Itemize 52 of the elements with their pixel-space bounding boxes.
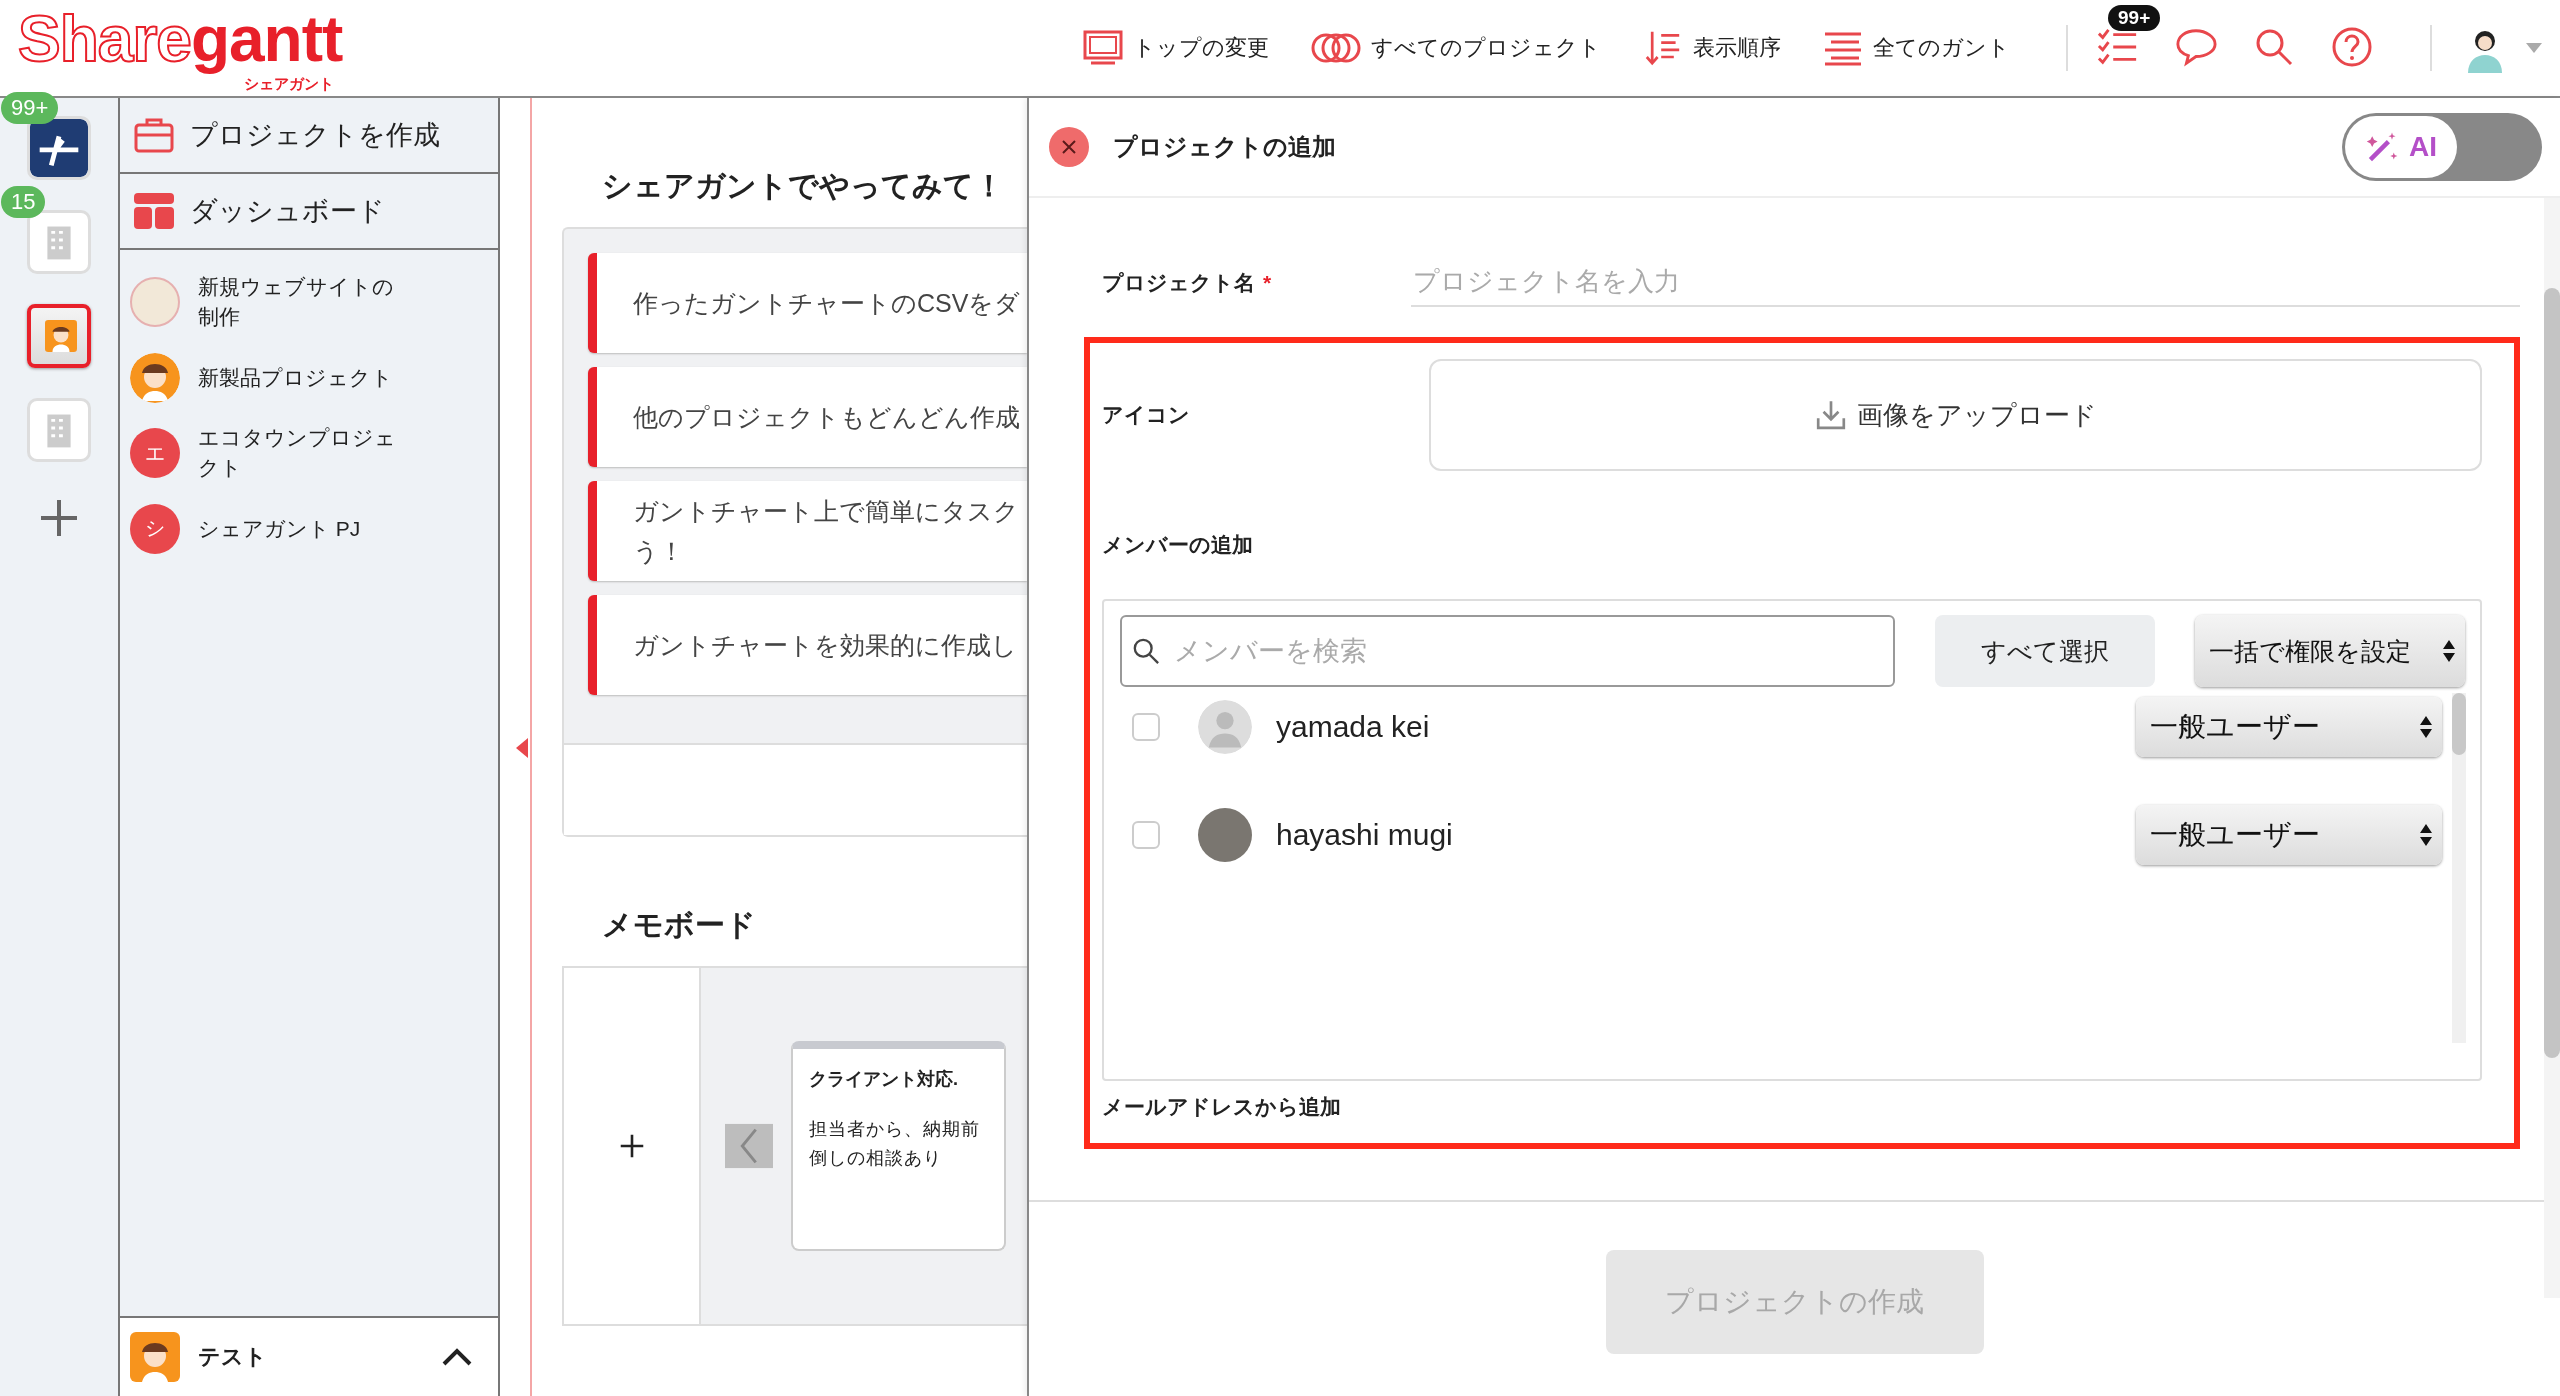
project-item[interactable]: 新規ウェブサイトの制作	[120, 262, 498, 343]
member-name: yamada kei	[1276, 710, 1431, 744]
tip-card[interactable]: 他のプロジェクトもどんどん作成	[588, 367, 1027, 467]
section-title: シェアガントでやってみて！	[602, 168, 1005, 204]
role-select[interactable]: 一般ユーザー	[2136, 697, 2442, 757]
field-label: メンバーの追加	[1102, 532, 1254, 558]
tip-card[interactable]: 作ったガントチャートのCSVをダ	[588, 253, 1027, 353]
dialog-title: プロジェクトの追加	[1113, 132, 1337, 162]
nav-link[interactable]: トップの変更	[1083, 30, 1269, 66]
toggle-knob: AI	[2345, 116, 2457, 178]
tip-card[interactable]: ガントチャート上で簡単にタスク う！	[588, 481, 1027, 581]
role-select[interactable]: 一般ユーザー	[2136, 805, 2442, 865]
project-letter-avatar: シ	[130, 503, 180, 554]
memo-card[interactable]: クライアント対応. 担当者から、納期前倒しの相談あり	[791, 1041, 1006, 1251]
tip-text: う！	[633, 536, 684, 567]
project-letter-avatar: エ	[130, 428, 180, 479]
tip-text: ガントチャート上で簡単にタスク	[633, 496, 1019, 527]
nav-link[interactable]: 全てのガント	[1823, 30, 2010, 66]
workspace-footer[interactable]: テスト	[120, 1316, 498, 1396]
field-label: アイコン	[1102, 402, 1191, 428]
nav-link[interactable]: 表示順序	[1643, 30, 1781, 66]
project-item[interactable]: シ シェアガント PJ	[120, 493, 498, 564]
project-name: 新規ウェブサイトの制作	[198, 274, 395, 331]
project-item[interactable]: 新製品プロジェクト	[120, 342, 498, 413]
tip-text: 他のプロジェクトもどんどん作成	[633, 402, 1020, 433]
sidebar-action[interactable]: プロジェクトを作成	[120, 98, 498, 174]
count-badge: 15	[1, 186, 46, 218]
count-badge: 99+	[1, 92, 59, 124]
memo-text: 担当者から、納期前倒しの相談あり	[809, 1118, 981, 1170]
tip-card[interactable]: ガントチャートを効果的に作成し	[588, 595, 1027, 695]
bulk-role-select[interactable]: 一括で権限を設定	[2195, 615, 2465, 687]
tip-text: ガントチャートを効果的に作成し	[633, 630, 1017, 661]
project-name: エコタウンプロジェクト	[198, 424, 397, 482]
ai-toggle[interactable]: AI	[2342, 113, 2542, 181]
logo[interactable]: Sharegantt シェアガント	[18, 2, 343, 94]
required-mark: *	[1263, 270, 1272, 295]
project-item[interactable]: エ エコタウンプロジェクト	[120, 412, 498, 494]
section-title: メモボード	[602, 907, 757, 943]
sidebar-action[interactable]: ダッシュボード	[120, 174, 498, 250]
notification-badge: 99+	[2108, 5, 2161, 31]
workspace-name: テスト	[198, 1343, 268, 1371]
tip-text: 作ったガントチャートのCSVをダ	[633, 288, 1021, 319]
project-name: 新製品プロジェクト	[198, 364, 394, 391]
field-label: プロジェクト名	[1102, 269, 1255, 296]
upload-button[interactable]: 画像をアップロード	[1429, 359, 2482, 471]
member-search-field[interactable]: メンバーを検索	[1120, 615, 1895, 687]
field-label: メールアドレスから追加	[1102, 1094, 1342, 1120]
member-name: hayashi mugi	[1276, 818, 1454, 852]
project-name: シェアガント PJ	[198, 515, 362, 542]
nav-link[interactable]: すべてのプロジェクト	[1311, 32, 1601, 64]
select-all-button[interactable]: すべて選択	[1935, 615, 2155, 687]
memo-title: クライアント対応.	[809, 1068, 959, 1091]
